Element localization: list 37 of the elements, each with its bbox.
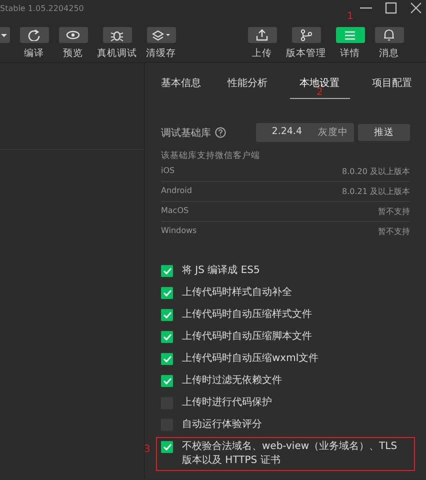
tab[interactable]: 基本信息 bbox=[157, 76, 205, 99]
version-requirement: 8.0.20 及以上版本 bbox=[342, 166, 410, 177]
window-title: Stable 1.05.2204250 bbox=[0, 4, 84, 12]
toolbar-label: 版本管理 bbox=[286, 47, 326, 60]
checkbox-label: 上传代码时自动压缩wxml文件 bbox=[182, 352, 320, 366]
platform-name: iOS bbox=[161, 166, 175, 177]
annotation-number: 2 bbox=[316, 87, 323, 98]
checkbox-label: 上传代码时样式自动补全 bbox=[182, 286, 293, 300]
setting-label: 调试基础库 bbox=[161, 126, 211, 140]
tab[interactable]: 项目配置 bbox=[368, 76, 416, 99]
platform-name: Android bbox=[161, 186, 192, 197]
tab[interactable]: 本地设置 2 bbox=[290, 76, 350, 99]
toolbar-label: 真机调试 bbox=[97, 47, 137, 60]
toolbar-label: 预览 bbox=[63, 47, 83, 60]
toolbar-label: 详情 bbox=[340, 47, 360, 60]
version-requirement: 暂不支持 bbox=[378, 206, 410, 217]
checkbox-label: 自动运行体验评分 bbox=[182, 418, 263, 432]
checkbox-label: 上传时进行代码保护 bbox=[182, 396, 273, 410]
checkbox-label: 上传代码时自动压缩脚本文件 bbox=[182, 330, 313, 344]
support-heading: 该基础库支持微信客户端 bbox=[161, 151, 260, 161]
checkbox-label: 将 JS 编译成 ES5 bbox=[182, 264, 261, 278]
platform-name: MacOS bbox=[161, 206, 189, 217]
annotation-number: 1 bbox=[347, 11, 354, 22]
toolbar-label: 消息 bbox=[379, 47, 399, 60]
annotation-number: 3 bbox=[144, 444, 150, 455]
platform-name: Windows bbox=[161, 226, 197, 237]
toolbar-label: 清缓存 bbox=[146, 47, 176, 60]
version-requirement: 暂不支持 bbox=[378, 226, 410, 237]
checkbox-label: 不校验合法域名、web-view（业务域名）、TLS 版本以及 HTTPS 证书 bbox=[182, 440, 398, 468]
checkbox-label: 上传代码时自动压缩样式文件 bbox=[182, 308, 313, 322]
toolbar-label: 上传 bbox=[252, 47, 272, 60]
version-select[interactable]: 2.24.4 灰度中 bbox=[256, 123, 354, 142]
push-button[interactable]: 推送 bbox=[358, 124, 410, 141]
toolbar-label: 编译 bbox=[24, 47, 44, 60]
tab[interactable]: 性能分析 bbox=[223, 76, 272, 99]
checkbox-label: 上传时过滤无依赖文件 bbox=[182, 374, 283, 388]
version-requirement: 8.0.21 及以上版本 bbox=[342, 186, 410, 197]
